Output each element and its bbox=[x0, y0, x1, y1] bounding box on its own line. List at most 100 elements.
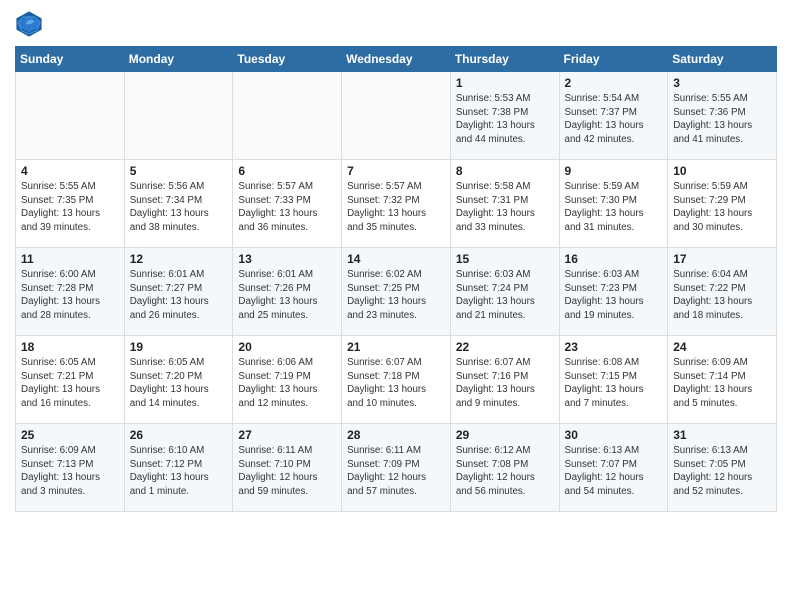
day-header-wednesday: Wednesday bbox=[342, 47, 451, 72]
day-info: Sunrise: 5:59 AM Sunset: 7:29 PM Dayligh… bbox=[673, 180, 771, 235]
calendar-cell: 24 Sunrise: 6:09 AM Sunset: 7:14 PM Dayli… bbox=[668, 336, 777, 424]
day-number: 5 bbox=[130, 164, 228, 178]
day-info: Sunrise: 5:57 AM Sunset: 7:32 PM Dayligh… bbox=[347, 180, 445, 235]
calendar-cell: 7 Sunrise: 5:57 AM Sunset: 7:32 PM Daylig… bbox=[342, 160, 451, 248]
day-info: Sunrise: 6:11 AM Sunset: 7:09 PM Dayligh… bbox=[347, 444, 445, 499]
calendar-cell: 12 Sunrise: 6:01 AM Sunset: 7:27 PM Dayli… bbox=[124, 248, 233, 336]
day-info: Sunrise: 6:03 AM Sunset: 7:23 PM Dayligh… bbox=[565, 268, 663, 323]
page-header bbox=[15, 10, 777, 38]
day-header-thursday: Thursday bbox=[450, 47, 559, 72]
day-number: 21 bbox=[347, 340, 445, 354]
calendar-cell: 21 Sunrise: 6:07 AM Sunset: 7:18 PM Dayli… bbox=[342, 336, 451, 424]
day-number: 27 bbox=[238, 428, 336, 442]
calendar-cell bbox=[16, 72, 125, 160]
calendar-cell: 26 Sunrise: 6:10 AM Sunset: 7:12 PM Dayli… bbox=[124, 424, 233, 512]
day-info: Sunrise: 5:55 AM Sunset: 7:36 PM Dayligh… bbox=[673, 92, 771, 147]
day-info: Sunrise: 6:06 AM Sunset: 7:19 PM Dayligh… bbox=[238, 356, 336, 411]
calendar-cell: 15 Sunrise: 6:03 AM Sunset: 7:24 PM Dayli… bbox=[450, 248, 559, 336]
calendar-cell: 25Sunrise: 6:09 AM Sunset: 7:13 PM Dayli… bbox=[16, 424, 125, 512]
logo bbox=[15, 10, 45, 38]
calendar-cell: 1 Sunrise: 5:53 AM Sunset: 7:38 PM Daylig… bbox=[450, 72, 559, 160]
day-info: Sunrise: 6:04 AM Sunset: 7:22 PM Dayligh… bbox=[673, 268, 771, 323]
day-number: 3 bbox=[673, 76, 771, 90]
day-number: 30 bbox=[565, 428, 663, 442]
calendar-cell: 19 Sunrise: 6:05 AM Sunset: 7:20 PM Dayli… bbox=[124, 336, 233, 424]
day-number: 24 bbox=[673, 340, 771, 354]
calendar-cell: 18Sunrise: 6:05 AM Sunset: 7:21 PM Dayli… bbox=[16, 336, 125, 424]
day-info: Sunrise: 5:56 AM Sunset: 7:34 PM Dayligh… bbox=[130, 180, 228, 235]
week-row-4: 18Sunrise: 6:05 AM Sunset: 7:21 PM Dayli… bbox=[16, 336, 777, 424]
day-info: Sunrise: 6:10 AM Sunset: 7:12 PM Dayligh… bbox=[130, 444, 228, 499]
day-number: 23 bbox=[565, 340, 663, 354]
day-info: Sunrise: 5:59 AM Sunset: 7:30 PM Dayligh… bbox=[565, 180, 663, 235]
day-info: Sunrise: 6:00 AM Sunset: 7:28 PM Dayligh… bbox=[21, 268, 119, 323]
week-row-3: 11 Sunrise: 6:00 AM Sunset: 7:28 PM Dayli… bbox=[16, 248, 777, 336]
week-row-1: 1 Sunrise: 5:53 AM Sunset: 7:38 PM Daylig… bbox=[16, 72, 777, 160]
calendar-cell: 3 Sunrise: 5:55 AM Sunset: 7:36 PM Daylig… bbox=[668, 72, 777, 160]
day-number: 14 bbox=[347, 252, 445, 266]
day-info: Sunrise: 5:55 AM Sunset: 7:35 PM Dayligh… bbox=[21, 180, 119, 235]
day-number: 16 bbox=[565, 252, 663, 266]
day-number: 26 bbox=[130, 428, 228, 442]
calendar-cell: 20 Sunrise: 6:06 AM Sunset: 7:19 PM Dayli… bbox=[233, 336, 342, 424]
day-header-saturday: Saturday bbox=[668, 47, 777, 72]
calendar-cell: 28 Sunrise: 6:11 AM Sunset: 7:09 PM Dayli… bbox=[342, 424, 451, 512]
day-number: 17 bbox=[673, 252, 771, 266]
day-header-sunday: Sunday bbox=[16, 47, 125, 72]
day-number: 2 bbox=[565, 76, 663, 90]
day-info: Sunrise: 6:09 AM Sunset: 7:14 PM Dayligh… bbox=[673, 356, 771, 411]
calendar-cell: 13 Sunrise: 6:01 AM Sunset: 7:26 PM Dayli… bbox=[233, 248, 342, 336]
day-number: 31 bbox=[673, 428, 771, 442]
calendar-cell: 10 Sunrise: 5:59 AM Sunset: 7:29 PM Dayli… bbox=[668, 160, 777, 248]
day-info: Sunrise: 6:01 AM Sunset: 7:27 PM Dayligh… bbox=[130, 268, 228, 323]
day-number: 1 bbox=[456, 76, 554, 90]
day-info: Sunrise: 6:08 AM Sunset: 7:15 PM Dayligh… bbox=[565, 356, 663, 411]
calendar-cell: 31 Sunrise: 6:13 AM Sunset: 7:05 PM Dayli… bbox=[668, 424, 777, 512]
day-info: Sunrise: 5:57 AM Sunset: 7:33 PM Dayligh… bbox=[238, 180, 336, 235]
day-info: Sunrise: 5:53 AM Sunset: 7:38 PM Dayligh… bbox=[456, 92, 554, 147]
day-number: 15 bbox=[456, 252, 554, 266]
day-info: Sunrise: 6:11 AM Sunset: 7:10 PM Dayligh… bbox=[238, 444, 336, 499]
day-number: 28 bbox=[347, 428, 445, 442]
day-number: 29 bbox=[456, 428, 554, 442]
day-info: Sunrise: 6:01 AM Sunset: 7:26 PM Dayligh… bbox=[238, 268, 336, 323]
calendar-cell: 2Sunrise: 5:54 AM Sunset: 7:37 PM Daylig… bbox=[559, 72, 668, 160]
day-info: Sunrise: 6:07 AM Sunset: 7:16 PM Dayligh… bbox=[456, 356, 554, 411]
day-info: Sunrise: 6:12 AM Sunset: 7:08 PM Dayligh… bbox=[456, 444, 554, 499]
day-header-monday: Monday bbox=[124, 47, 233, 72]
day-number: 4 bbox=[21, 164, 119, 178]
calendar-cell: 14Sunrise: 6:02 AM Sunset: 7:25 PM Dayli… bbox=[342, 248, 451, 336]
calendar-cell: 9 Sunrise: 5:59 AM Sunset: 7:30 PM Daylig… bbox=[559, 160, 668, 248]
day-number: 13 bbox=[238, 252, 336, 266]
calendar-cell: 16 Sunrise: 6:03 AM Sunset: 7:23 PM Dayli… bbox=[559, 248, 668, 336]
day-info: Sunrise: 6:03 AM Sunset: 7:24 PM Dayligh… bbox=[456, 268, 554, 323]
day-info: Sunrise: 5:58 AM Sunset: 7:31 PM Dayligh… bbox=[456, 180, 554, 235]
day-number: 9 bbox=[565, 164, 663, 178]
day-number: 8 bbox=[456, 164, 554, 178]
day-number: 11 bbox=[21, 252, 119, 266]
calendar-table: SundayMondayTuesdayWednesdayThursdayFrid… bbox=[15, 46, 777, 512]
day-number: 7 bbox=[347, 164, 445, 178]
day-info: Sunrise: 6:07 AM Sunset: 7:18 PM Dayligh… bbox=[347, 356, 445, 411]
day-info: Sunrise: 6:13 AM Sunset: 7:07 PM Dayligh… bbox=[565, 444, 663, 499]
day-number: 19 bbox=[130, 340, 228, 354]
day-info: Sunrise: 6:05 AM Sunset: 7:20 PM Dayligh… bbox=[130, 356, 228, 411]
day-number: 22 bbox=[456, 340, 554, 354]
calendar-cell: 22 Sunrise: 6:07 AM Sunset: 7:16 PM Dayli… bbox=[450, 336, 559, 424]
calendar-cell bbox=[233, 72, 342, 160]
calendar-cell: 5 Sunrise: 5:56 AM Sunset: 7:34 PM Daylig… bbox=[124, 160, 233, 248]
calendar-cell: 23 Sunrise: 6:08 AM Sunset: 7:15 PM Dayli… bbox=[559, 336, 668, 424]
calendar-cell: 27 Sunrise: 6:11 AM Sunset: 7:10 PM Dayli… bbox=[233, 424, 342, 512]
calendar-cell: 6Sunrise: 5:57 AM Sunset: 7:33 PM Daylig… bbox=[233, 160, 342, 248]
day-number: 25 bbox=[21, 428, 119, 442]
day-header-tuesday: Tuesday bbox=[233, 47, 342, 72]
day-number: 10 bbox=[673, 164, 771, 178]
day-number: 18 bbox=[21, 340, 119, 354]
day-number: 20 bbox=[238, 340, 336, 354]
day-info: Sunrise: 6:13 AM Sunset: 7:05 PM Dayligh… bbox=[673, 444, 771, 499]
calendar-cell: 17 Sunrise: 6:04 AM Sunset: 7:22 PM Dayli… bbox=[668, 248, 777, 336]
day-number: 12 bbox=[130, 252, 228, 266]
week-row-5: 25Sunrise: 6:09 AM Sunset: 7:13 PM Dayli… bbox=[16, 424, 777, 512]
calendar-cell: 30 Sunrise: 6:13 AM Sunset: 7:07 PM Dayli… bbox=[559, 424, 668, 512]
calendar-cell: 11 Sunrise: 6:00 AM Sunset: 7:28 PM Dayli… bbox=[16, 248, 125, 336]
